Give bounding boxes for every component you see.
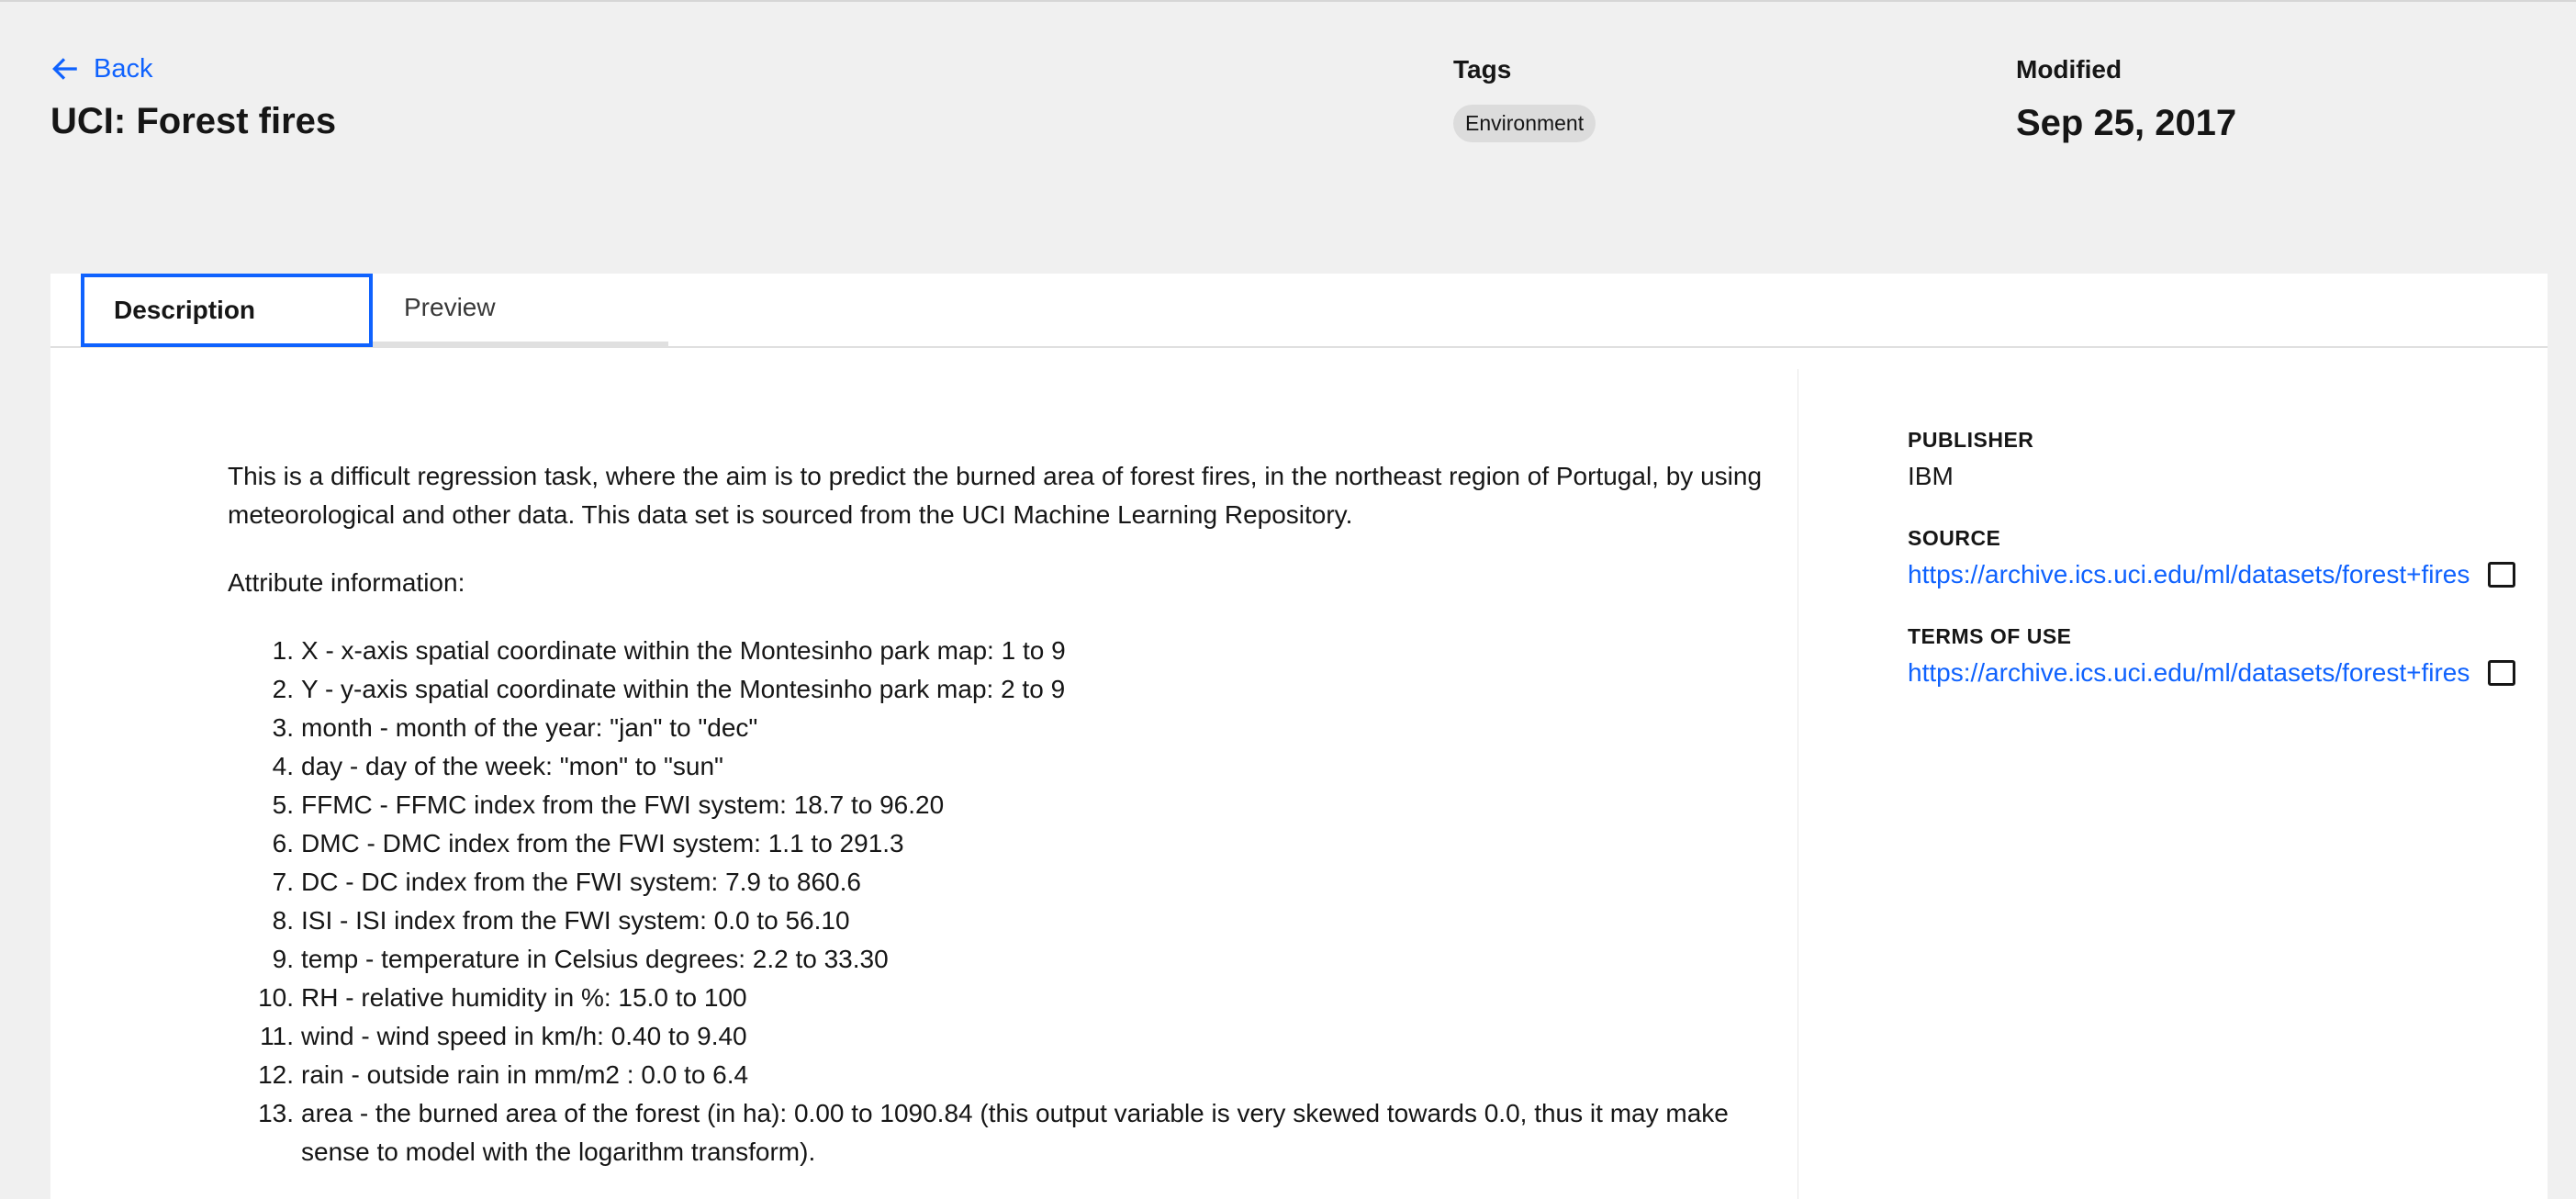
attribute-number: 3. [272,713,294,742]
attribute-number: 12. [258,1060,294,1089]
modified-section: Modified Sep 25, 2017 [2016,55,2236,144]
attribute-item: 10. RH - relative humidity in %: 15.0 to … [228,979,1779,1017]
terms-url: https://archive.ics.uci.edu/ml/datasets/… [1908,658,2470,687]
publisher-value: IBM [1908,462,1954,490]
attribute-item: 4. day - day of the week: "mon" to "sun" [228,747,1779,786]
attribute-number: 13. [258,1099,294,1127]
attribute-text: DC - DC index from the FWI system: 7.9 t… [301,868,861,896]
attribute-item: 8. ISI - ISI index from the FWI system: 0… [228,902,1779,940]
attribute-item: 11. wind - wind speed in km/h: 0.40 to 9.… [228,1017,1779,1056]
attribute-number: 10. [258,983,294,1012]
attribute-text: ISI - ISI index from the FWI system: 0.0… [301,906,850,935]
tab-preview[interactable]: Preview [373,274,668,347]
attribute-text: X - x-axis spatial coordinate within the… [301,636,1066,665]
attribute-text: wind - wind speed in km/h: 0.40 to 9.40 [301,1022,747,1050]
attribute-number: 7. [272,868,294,896]
source-link[interactable]: https://archive.ics.uci.edu/ml/datasets/… [1908,560,2550,589]
attribute-text: Y - y-axis spatial coordinate within the… [301,675,1066,703]
terms-link[interactable]: https://archive.ics.uci.edu/ml/datasets/… [1908,658,2550,688]
attribute-text: DMC - DMC index from the FWI system: 1.1… [301,829,904,857]
source-label: SOURCE [1908,526,2001,550]
attribute-number: 6. [272,829,294,857]
attribute-text: area - the burned area of the forest (in… [301,1099,1729,1166]
arrow-left-icon [52,58,77,80]
attribute-text: temp - temperature in Celsius degrees: 2… [301,945,889,973]
attribute-item: 6. DMC - DMC index from the FWI system: 1… [228,824,1779,863]
attribute-text: RH - relative humidity in %: 15.0 to 100 [301,983,747,1012]
attribute-number: 11. [260,1022,294,1050]
attribute-item: 3. month - month of the year: "jan" to "d… [228,709,1779,747]
attribute-text: FFMC - FFMC index from the FWI system: 1… [301,790,945,819]
attribute-item: 5. FFMC - FFMC index from the FWI system:… [228,786,1779,824]
top-border [0,0,2576,2]
tags-section: Tags Environment [1453,55,1596,142]
attribute-list: 1. X - x-axis spatial coordinate within t… [228,632,1779,1171]
attribute-item: 13. area - the burned area of the forest … [228,1094,1779,1171]
attribute-text: day - day of the week: "mon" to "sun" [301,752,723,780]
launch-icon [2488,562,2516,588]
attribute-number: 2. [272,675,294,703]
publisher-label: PUBLISHER [1908,428,2034,452]
attribute-number: 5. [272,790,294,819]
description-content: This is a difficult regression task, whe… [228,457,1779,1171]
attribute-item: 2. Y - y-axis spatial coordinate within t… [228,670,1779,709]
attribute-number: 9. [272,945,294,973]
source-url: https://archive.ics.uci.edu/ml/datasets/… [1908,560,2470,588]
back-label: Back [94,53,153,84]
tag-environment[interactable]: Environment [1453,105,1596,142]
dataset-card: Description Preview This is a difficult … [50,274,2548,1199]
attribute-item: 1. X - x-axis spatial coordinate within t… [228,632,1779,670]
tags-heading: Tags [1453,55,1512,84]
attribute-item: 12. rain - outside rain in mm/m2 : 0.0 to… [228,1056,1779,1094]
terms-label: TERMS OF USE [1908,624,2072,648]
attribute-item: 7. DC - DC index from the FWI system: 7.9… [228,863,1779,902]
tab-bar: Description Preview [50,274,2548,348]
modified-heading: Modified [2016,55,2122,84]
back-link[interactable]: Back [50,53,152,84]
page-title: UCI: Forest fires [50,101,337,141]
launch-icon [2488,660,2516,686]
attribute-text: rain - outside rain in mm/m2 : 0.0 to 6.… [301,1060,749,1089]
modified-date: Sep 25, 2017 [2016,103,2237,143]
metadata-sidebar: PUBLISHER IBM SOURCE https://archive.ics… [1908,428,2550,723]
attribute-number: 1. [272,636,294,665]
attribute-number: 8. [272,906,294,935]
attribute-text: month - month of the year: "jan" to "dec… [301,713,758,742]
attributes-heading: Attribute information: [228,568,465,597]
attribute-item: 9. temp - temperature in Celsius degrees:… [228,940,1779,979]
attribute-number: 4. [272,752,294,780]
tab-description[interactable]: Description [81,274,373,347]
description-intro: This is a difficult regression task, whe… [228,462,1763,529]
